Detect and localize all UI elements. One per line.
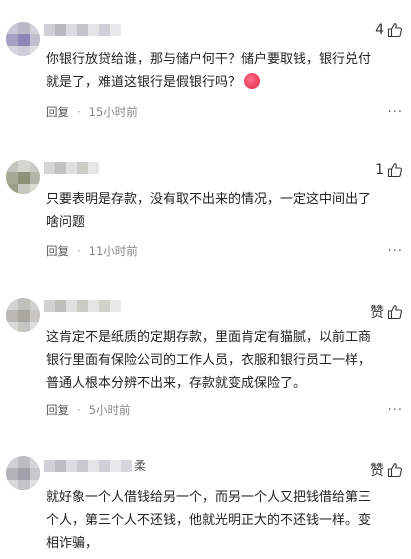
thumbs-up-icon bbox=[387, 23, 402, 38]
avatar[interactable] bbox=[6, 160, 40, 194]
thumbs-up-icon bbox=[387, 463, 402, 478]
reply-link[interactable]: 回复 bbox=[46, 104, 69, 120]
comment-text: 你银行放贷给谁，那与储户何干？储户要取钱，银行兑付 就是了，难道这银行是假银行吗… bbox=[46, 52, 372, 90]
avatar[interactable] bbox=[6, 456, 40, 490]
timestamp: 5小时前 bbox=[88, 403, 131, 417]
like-button[interactable]: 赞 bbox=[370, 460, 403, 480]
pouting-face-icon bbox=[244, 73, 261, 89]
avatar[interactable] bbox=[6, 298, 40, 332]
like-button[interactable]: 1 bbox=[375, 162, 403, 178]
comment-text: 就好象一个人借钱给另一个，而另一个人又把钱借给第三 个人，第三个人不还钱，他就光… bbox=[46, 490, 372, 551]
reply-link[interactable]: 回复 bbox=[46, 402, 69, 418]
more-options-icon[interactable]: ··· bbox=[388, 105, 403, 120]
username-visible-char: 柔 bbox=[134, 459, 147, 473]
comment-text: 只要表明是存款，没有取不出来的情况，一定这中间出了 啥问题 bbox=[46, 192, 372, 230]
like-count: 4 bbox=[375, 22, 384, 38]
like-label: 赞 bbox=[370, 463, 384, 479]
timestamp: 15小时前 bbox=[88, 105, 138, 119]
reply-link[interactable]: 回复 bbox=[46, 243, 69, 259]
more-options-icon[interactable]: ··· bbox=[388, 403, 403, 418]
timestamp: 11小时前 bbox=[88, 244, 138, 258]
username[interactable]: 柔 bbox=[44, 460, 146, 472]
username[interactable] bbox=[44, 300, 121, 312]
thumbs-up-icon bbox=[387, 305, 402, 320]
more-options-icon[interactable]: ··· bbox=[388, 244, 403, 259]
avatar[interactable] bbox=[6, 22, 40, 56]
username[interactable] bbox=[44, 24, 121, 36]
username[interactable] bbox=[44, 162, 99, 174]
like-label: 赞 bbox=[370, 305, 384, 321]
like-button[interactable]: 4 bbox=[375, 22, 403, 38]
thumbs-up-icon bbox=[387, 163, 402, 178]
like-button[interactable]: 赞 bbox=[370, 302, 403, 322]
comment-text: 这肯定不是纸质的定期存款，里面肯定有猫腻，以前工商 银行里面有保险公司的工作人员… bbox=[46, 330, 372, 391]
like-count: 1 bbox=[375, 162, 384, 178]
